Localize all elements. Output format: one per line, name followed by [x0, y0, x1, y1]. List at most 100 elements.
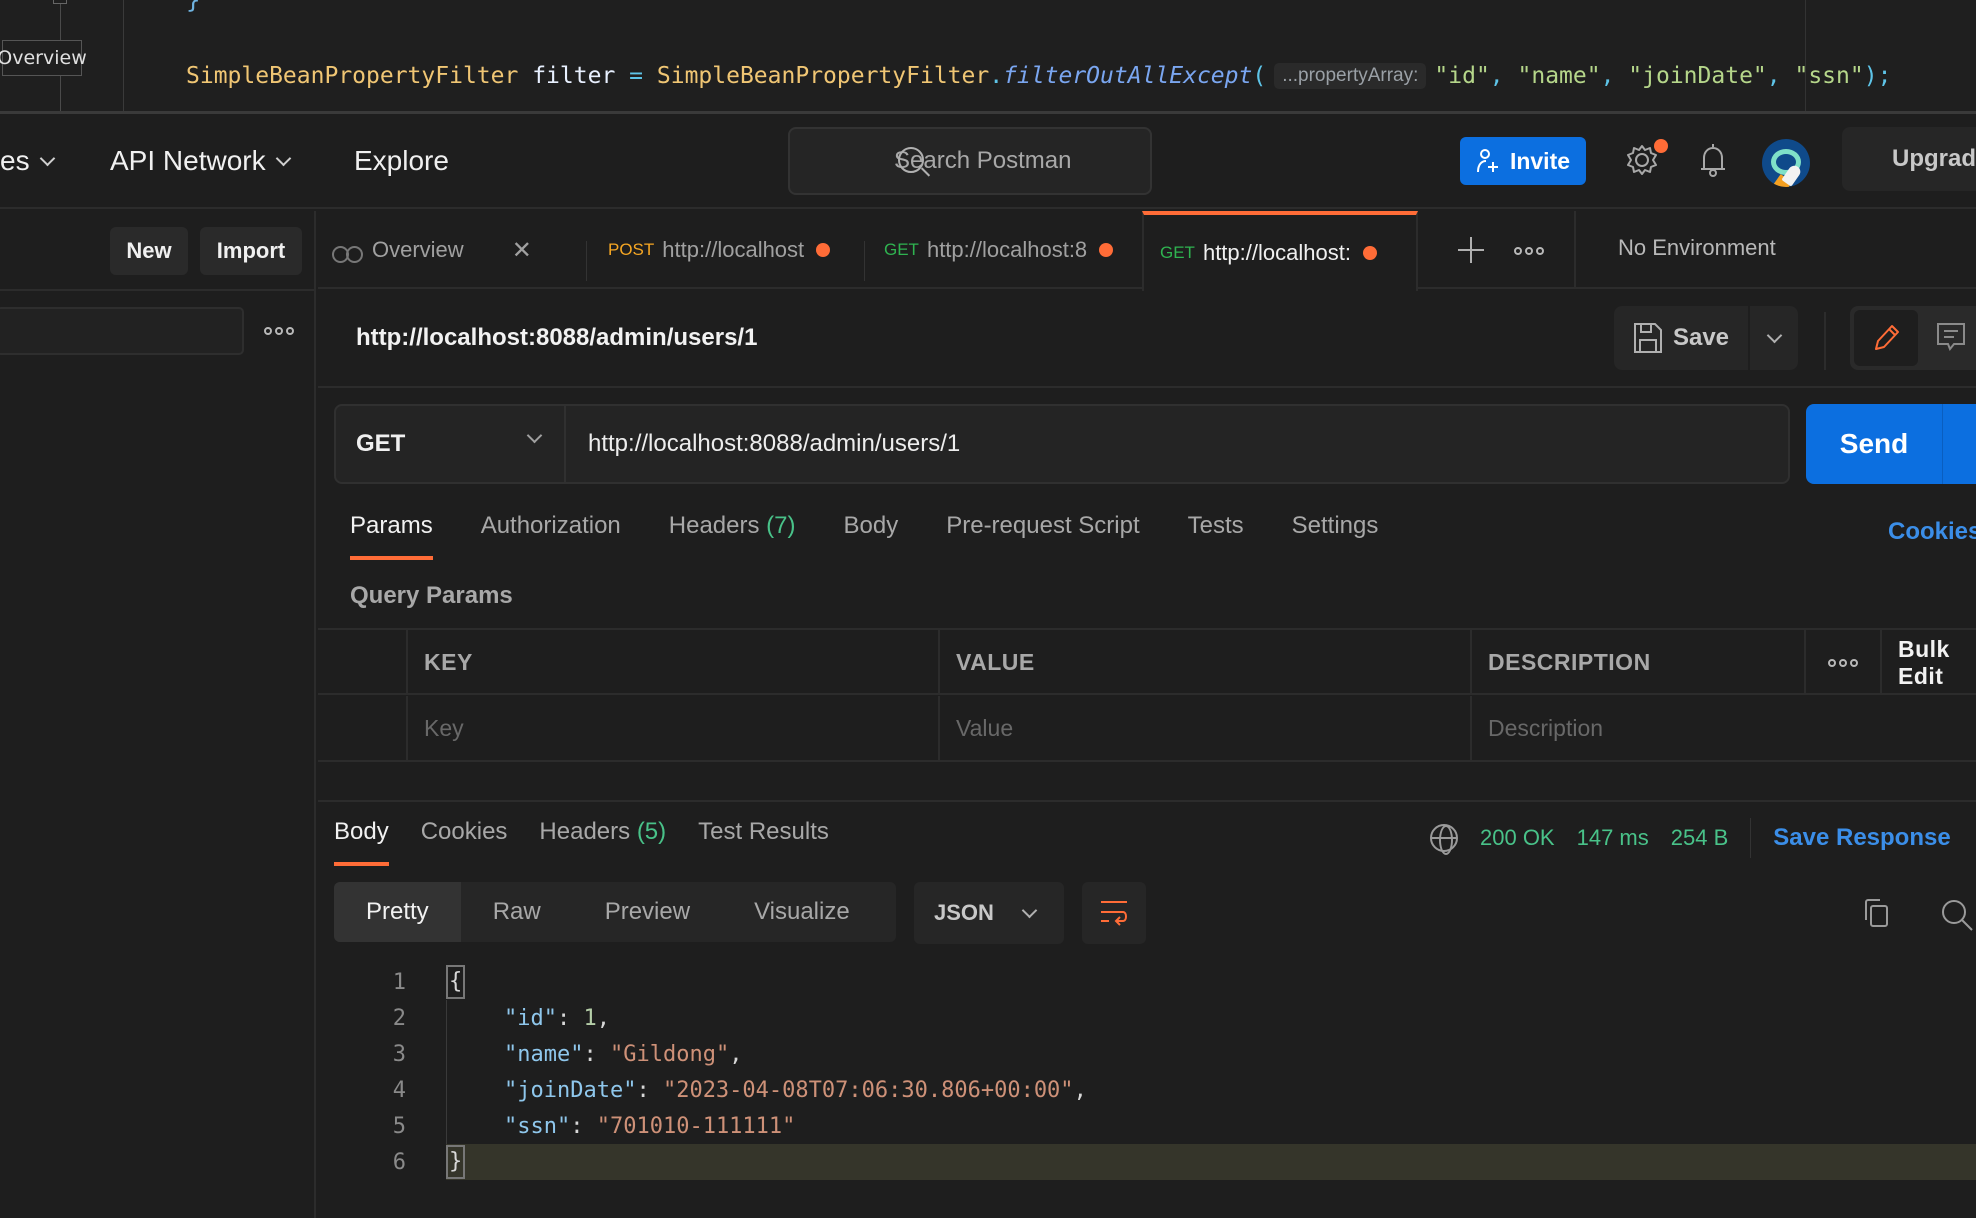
tab-settings[interactable]: Settings — [1292, 512, 1379, 562]
unsaved-dot — [1099, 243, 1114, 257]
nav-explore[interactable]: Explore — [354, 145, 449, 177]
import-button[interactable]: Import — [200, 227, 302, 275]
bulk-edit-button[interactable]: Bulk Edit — [1880, 630, 1976, 695]
method-badge: GET — [1160, 243, 1195, 262]
close-icon[interactable]: ✕ — [512, 236, 532, 265]
tab-post-request[interactable]: POST http://localhost — [608, 211, 858, 289]
overview-tooltip: Overview — [0, 40, 87, 76]
tab-tests[interactable]: Tests — [1188, 512, 1244, 562]
tab-body[interactable]: Body — [844, 512, 899, 562]
current-line-highlight: } — [446, 1144, 1976, 1180]
column-header-key: KEY — [406, 630, 938, 695]
format-preview[interactable]: Preview — [573, 882, 722, 942]
line-number: 3 — [392, 1041, 406, 1067]
nav-workspaces[interactable]: es — [0, 145, 55, 177]
format-pretty[interactable]: Pretty — [334, 882, 461, 942]
json-value: "Gildong" — [609, 1041, 730, 1067]
invite-button[interactable]: Invite — [1460, 137, 1586, 185]
unsaved-dot — [1362, 246, 1377, 260]
request-tabs: Overview ✕ POST http://localhost GET htt… — [318, 211, 1976, 291]
cookies-link[interactable]: Cookies — [1888, 518, 1976, 546]
url-input[interactable] — [568, 406, 1788, 482]
search-postman-input[interactable]: Search Postman — [788, 127, 1152, 195]
nav-api-network[interactable]: API Network — [110, 145, 291, 177]
line-number: 6 — [392, 1149, 406, 1175]
param-value-input[interactable] — [956, 715, 1445, 742]
param-key-input[interactable] — [424, 715, 913, 742]
copy-icon[interactable] — [1862, 898, 1890, 928]
tab-response-body[interactable]: Body — [334, 818, 389, 868]
tab-pre-request-script[interactable]: Pre-request Script — [946, 512, 1139, 562]
tab-response-cookies[interactable]: Cookies — [421, 818, 508, 868]
code-line: SimpleBeanPropertyFilter filter = Simple… — [186, 63, 1892, 89]
tab-get-request[interactable]: GET http://localhost:8 — [884, 211, 1134, 289]
save-disk-icon — [1633, 323, 1662, 353]
code-method: filterOutAllExcept — [1003, 63, 1253, 89]
sidebar-filter-input[interactable] — [0, 307, 244, 355]
table-header-row: KEY VALUE DESCRIPTION Bulk Edit — [318, 630, 1976, 695]
query-params-table: KEY VALUE DESCRIPTION Bulk Edit — [318, 628, 1976, 762]
line-number: 2 — [392, 1005, 406, 1031]
json-value: "2023-04-08T07:06:30.806+00:00" — [662, 1077, 1074, 1103]
edit-mode-button[interactable] — [1854, 310, 1918, 366]
nav-label: Explore — [354, 145, 449, 176]
close-brace: } — [446, 1145, 466, 1179]
column-header-value: VALUE — [938, 630, 1470, 695]
request-url-bar: GET — [334, 404, 1790, 484]
upgrade-button[interactable]: Upgrade — [1842, 127, 1976, 191]
code-line: 1 { — [318, 964, 1976, 1000]
tab-response-headers[interactable]: Headers (5) — [539, 818, 666, 868]
chevron-down-icon — [39, 150, 55, 166]
user-avatar[interactable] — [1762, 139, 1810, 187]
json-key: "name" — [504, 1041, 584, 1067]
response-body-viewer[interactable]: 1 { 2 "id": 1, 3 "name": "Gildong", 4 "j… — [318, 964, 1976, 1184]
notifications-bell-icon[interactable] — [1697, 141, 1729, 179]
new-tab-plus-icon[interactable] — [1458, 237, 1484, 263]
globe-icon[interactable] — [1430, 824, 1458, 855]
search-icon — [898, 147, 924, 173]
param-description-input[interactable] — [1488, 715, 1956, 742]
code-arg: "ssn" — [1794, 63, 1864, 89]
tab-label: http://localhost:8 — [926, 237, 1088, 262]
code-arg: "id" — [1434, 63, 1490, 89]
response-size[interactable]: 254 B — [1671, 825, 1729, 851]
more-options-icon[interactable] — [264, 327, 294, 335]
format-visualize[interactable]: Visualize — [722, 882, 882, 942]
pencil-icon — [1875, 325, 1899, 350]
tab-headers[interactable]: Headers (7) — [669, 512, 796, 562]
format-raw[interactable]: Raw — [461, 882, 573, 942]
code-open-paren: ( — [1252, 63, 1267, 89]
tabs-more-icon[interactable] — [1514, 247, 1544, 255]
save-button[interactable]: Save — [1614, 306, 1748, 370]
http-method-select[interactable]: GET — [336, 406, 566, 482]
save-response-button[interactable]: Save Response — [1773, 824, 1950, 852]
parameter-hint: ...propertyArray: — [1274, 63, 1427, 89]
tab-test-results[interactable]: Test Results — [698, 818, 829, 868]
send-button[interactable]: Send — [1806, 404, 1942, 484]
chevron-down-icon — [526, 427, 543, 444]
tab-authorization[interactable]: Authorization — [481, 512, 621, 562]
table-options-icon[interactable] — [1804, 630, 1880, 695]
fold-marker[interactable] — [53, 0, 67, 4]
save-options-dropdown[interactable] — [1750, 306, 1798, 370]
top-navigation-bar: es API Network Explore Search Postman In… — [0, 117, 1976, 209]
code-arg: "name" — [1517, 63, 1601, 89]
tab-get-request-active[interactable]: GET http://localhost: — [1142, 211, 1418, 291]
language-select[interactable]: JSON — [914, 882, 1064, 944]
line-number: 1 — [392, 969, 406, 995]
request-title[interactable]: http://localhost:8088/admin/users/1 — [356, 324, 757, 352]
environment-selector[interactable]: No Environment — [1618, 235, 1776, 261]
wrap-lines-button[interactable] — [1082, 882, 1146, 944]
comment-icon[interactable] — [1936, 322, 1966, 352]
status-code[interactable]: 200 OK — [1480, 825, 1555, 851]
line-number: 5 — [392, 1113, 406, 1139]
method-badge: GET — [884, 240, 919, 259]
tab-overview[interactable]: Overview ✕ — [332, 211, 572, 289]
search-icon[interactable] — [1940, 898, 1974, 932]
response-time[interactable]: 147 ms — [1577, 825, 1649, 851]
tab-params[interactable]: Params — [350, 512, 433, 562]
send-options-dropdown[interactable] — [1942, 404, 1976, 484]
save-label: Save — [1672, 324, 1730, 351]
new-button[interactable]: New — [110, 227, 188, 275]
headers-count: (7) — [766, 512, 796, 539]
